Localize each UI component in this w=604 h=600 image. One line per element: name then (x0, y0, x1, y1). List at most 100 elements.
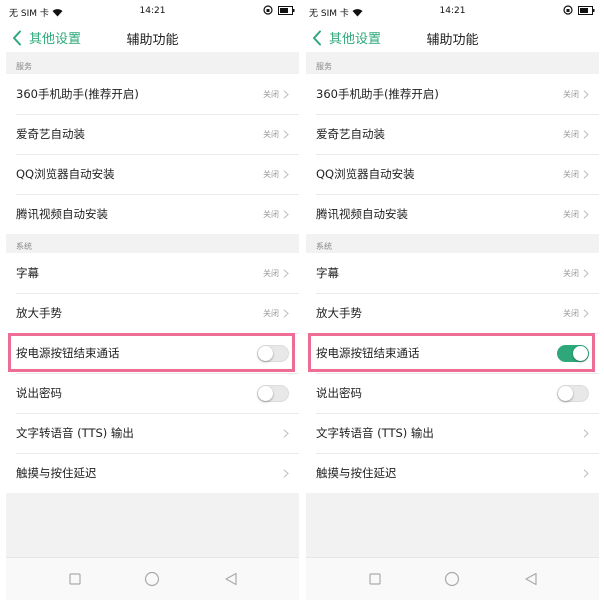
section-header-system: 系统 (16, 242, 32, 251)
chevron-right-icon (583, 129, 589, 139)
settings-row[interactable]: 放大手势 关闭 (306, 293, 599, 333)
triangle-back-icon (523, 571, 539, 587)
phone-screen-after: 无 SIM 卡 14:21 其他设置 辅助功能 服务 360手机助手(推荐开启) (306, 0, 599, 600)
chevron-right-icon (583, 209, 589, 219)
row-label: 放大手势 (316, 306, 362, 320)
chevron-right-icon (283, 428, 289, 438)
row-label: 按电源按钮结束通话 (16, 346, 120, 360)
settings-row[interactable]: 按电源按钮结束通话 (306, 333, 599, 373)
settings-row[interactable]: 腾讯视频自动安装 关闭 (6, 194, 299, 234)
service-group: 360手机助手(推荐开启) 关闭 爱奇艺自动装 关闭 QQ浏览器自动安装 关闭 (306, 74, 599, 234)
row-value: 关闭 (263, 169, 279, 179)
back-nav-button[interactable] (223, 571, 239, 587)
toggle-switch[interactable] (557, 344, 589, 362)
chevron-right-icon (583, 428, 589, 438)
toggle-knob (258, 345, 273, 361)
row-label: 爱奇艺自动装 (16, 127, 85, 141)
phone-screen-before: 无 SIM 卡 14:21 其他设置 辅助功能 服务 360手机助手(推荐开启) (6, 0, 299, 600)
toggle-knob (558, 385, 573, 401)
system-group: 字幕 关闭 放大手势 关闭 按电源按钮结束通话 说出密码 文字转语音 (TTS)… (6, 253, 299, 493)
toggle-switch[interactable] (257, 384, 289, 402)
chevron-right-icon (583, 268, 589, 278)
home-button[interactable] (444, 571, 460, 587)
square-icon (367, 571, 383, 587)
chevron-right-icon (283, 268, 289, 278)
row-label: 360手机助手(推荐开启) (16, 87, 139, 101)
toggle-knob (573, 345, 588, 361)
toggle-switch[interactable] (557, 384, 589, 402)
settings-row[interactable]: QQ浏览器自动安装 关闭 (6, 154, 299, 194)
settings-row[interactable]: 腾讯视频自动安装 关闭 (306, 194, 599, 234)
square-icon (67, 571, 83, 587)
row-value: 关闭 (563, 89, 579, 99)
recent-apps-button[interactable] (367, 571, 383, 587)
row-label: 腾讯视频自动安装 (316, 207, 408, 221)
chevron-right-icon (283, 169, 289, 179)
row-value: 关闭 (563, 129, 579, 139)
row-label: 触摸与按住延迟 (16, 466, 97, 480)
row-label: 字幕 (16, 266, 39, 280)
settings-row[interactable]: 说出密码 (306, 373, 599, 413)
recent-apps-button[interactable] (67, 571, 83, 587)
settings-row[interactable]: 360手机助手(推荐开启) 关闭 (6, 74, 299, 114)
settings-row[interactable]: 爱奇艺自动装 关闭 (6, 114, 299, 154)
settings-row[interactable]: 文字转语音 (TTS) 输出 (6, 413, 299, 453)
circle-icon (444, 571, 460, 587)
page-title: 辅助功能 (126, 33, 179, 48)
row-label: 触摸与按住延迟 (316, 466, 397, 480)
section-header-system: 系统 (316, 242, 332, 251)
settings-row[interactable]: 说出密码 (6, 373, 299, 413)
row-value: 关闭 (263, 268, 279, 278)
home-button[interactable] (144, 571, 160, 587)
settings-row[interactable]: 放大手势 关闭 (6, 293, 299, 333)
settings-row[interactable]: 文字转语音 (TTS) 输出 (306, 413, 599, 453)
settings-row[interactable]: 字幕 关闭 (306, 253, 599, 293)
chevron-right-icon (283, 209, 289, 219)
settings-row[interactable]: 触摸与按住延迟 (306, 453, 599, 493)
triangle-back-icon (223, 571, 239, 587)
row-label: 腾讯视频自动安装 (16, 207, 108, 221)
row-label: 文字转语音 (TTS) 输出 (16, 426, 134, 440)
row-value: 关闭 (263, 89, 279, 99)
chevron-right-icon (283, 129, 289, 139)
system-group: 字幕 关闭 放大手势 关闭 按电源按钮结束通话 说出密码 文字转语音 (TTS)… (306, 253, 599, 493)
row-value: 关闭 (563, 268, 579, 278)
chevron-right-icon (283, 468, 289, 478)
back-nav-button[interactable] (523, 571, 539, 587)
row-label: 说出密码 (316, 386, 362, 400)
toggle-knob (258, 385, 273, 401)
bottom-nav (306, 557, 599, 600)
row-label: 爱奇艺自动装 (316, 127, 385, 141)
row-label: 360手机助手(推荐开启) (316, 87, 439, 101)
service-group: 360手机助手(推荐开启) 关闭 爱奇艺自动装 关闭 QQ浏览器自动安装 关闭 (6, 74, 299, 234)
row-label: 按电源按钮结束通话 (316, 346, 420, 360)
settings-row[interactable]: 360手机助手(推荐开启) 关闭 (306, 74, 599, 114)
row-label: 字幕 (316, 266, 339, 280)
row-value: 关闭 (563, 209, 579, 219)
status-time: 14:21 (139, 6, 166, 16)
circle-icon (144, 571, 160, 587)
nav-bar: 其他设置 辅助功能 (306, 22, 599, 52)
settings-row[interactable]: 爱奇艺自动装 关闭 (306, 114, 599, 154)
nav-bar: 其他设置 辅助功能 (6, 22, 299, 52)
row-label: 文字转语音 (TTS) 输出 (316, 426, 434, 440)
row-value: 关闭 (563, 308, 579, 318)
row-value: 关闭 (563, 169, 579, 179)
status-time: 14:21 (439, 6, 466, 16)
chevron-right-icon (583, 308, 589, 318)
row-value: 关闭 (263, 308, 279, 318)
rotation-lock-icon (563, 5, 573, 15)
settings-row[interactable]: QQ浏览器自动安装 关闭 (306, 154, 599, 194)
row-label: 说出密码 (16, 386, 62, 400)
battery-icon (278, 5, 295, 15)
status-bar: 无 SIM 卡 14:21 (306, 0, 599, 22)
settings-row[interactable]: 按电源按钮结束通话 (6, 333, 299, 373)
toggle-switch[interactable] (257, 344, 289, 362)
row-value: 关闭 (263, 209, 279, 219)
settings-row[interactable]: 触摸与按住延迟 (6, 453, 299, 493)
page-title: 辅助功能 (426, 33, 479, 48)
status-bar: 无 SIM 卡 14:21 (6, 0, 299, 22)
settings-row[interactable]: 字幕 关闭 (6, 253, 299, 293)
row-label: QQ浏览器自动安装 (316, 167, 415, 181)
bottom-nav (6, 557, 299, 600)
